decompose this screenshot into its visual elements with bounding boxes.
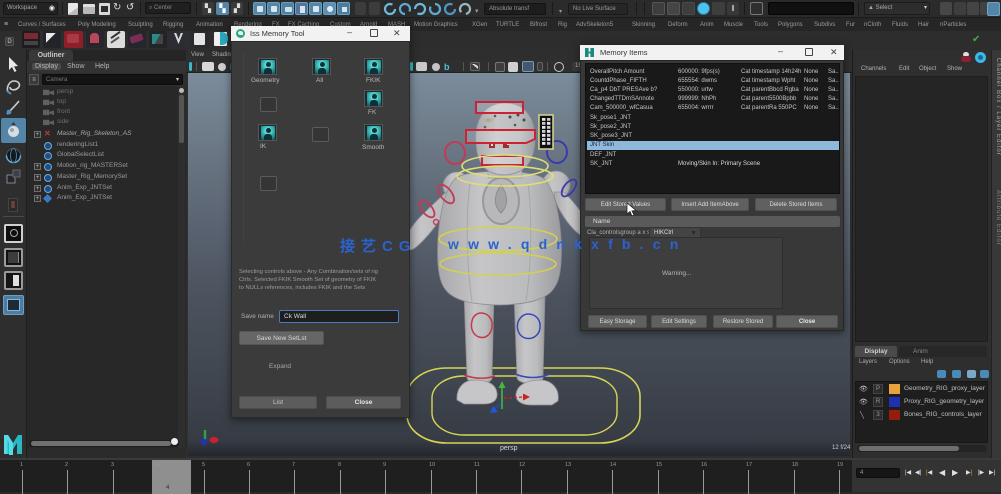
svg-text:▾: ▾ [475,8,479,15]
